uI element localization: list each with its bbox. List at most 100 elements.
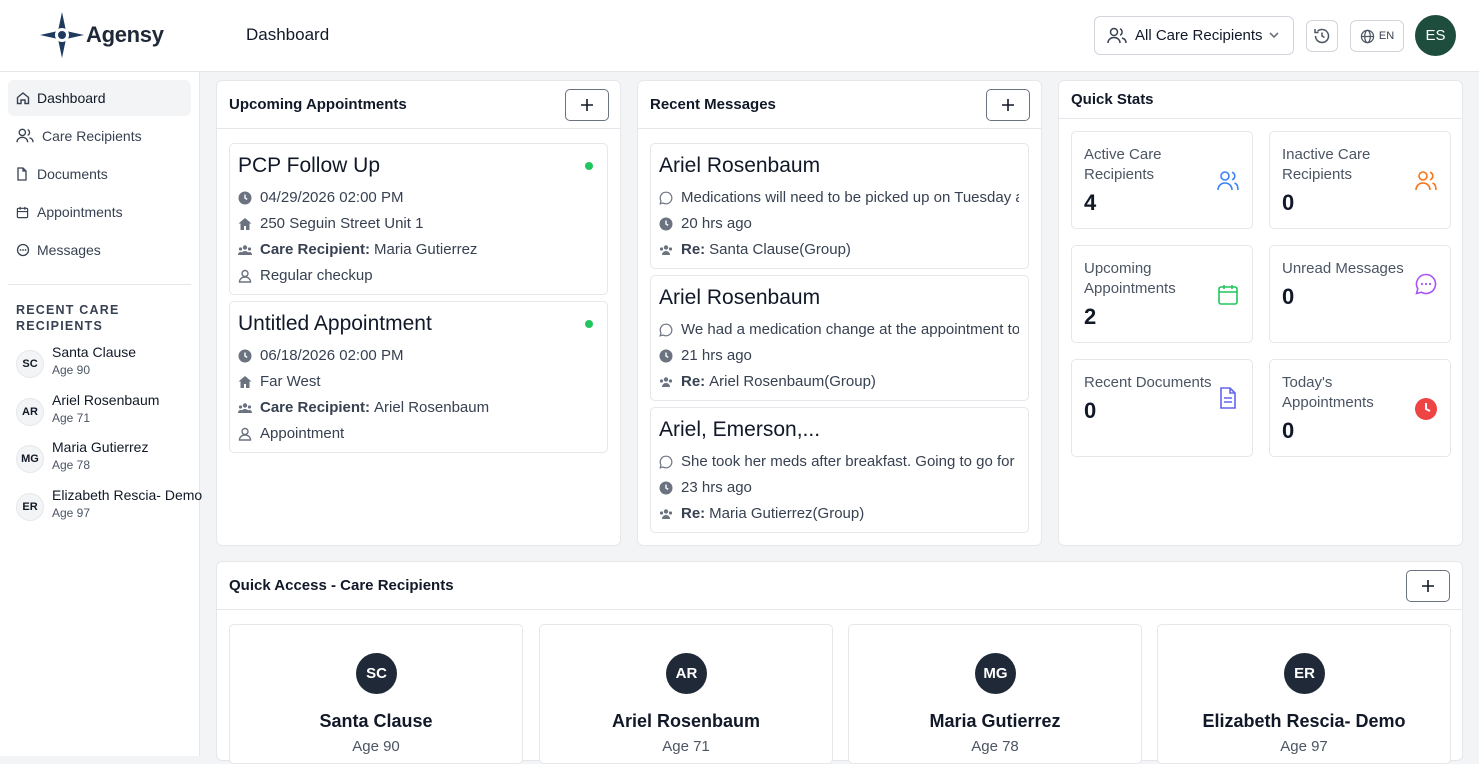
logo-star-icon: [40, 12, 84, 58]
user-icon: [238, 427, 252, 441]
users-icon: [16, 128, 35, 143]
add-appointment-button[interactable]: [565, 89, 609, 121]
recent-recipient-item[interactable]: AR Ariel Rosenbaum Age 71: [16, 392, 200, 432]
sidebar-item-documents[interactable]: Documents: [8, 156, 191, 192]
appointment-type-row: Appointment: [238, 425, 344, 442]
care-recipient-select[interactable]: All Care Recipients: [1094, 16, 1294, 55]
quick-access-card[interactable]: ER Elizabeth Rescia- Demo Age 97: [1157, 624, 1451, 764]
history-button[interactable]: [1306, 20, 1338, 52]
status-dot: [585, 320, 593, 328]
building-icon: [238, 375, 252, 389]
recipient-age: Age 71: [662, 738, 710, 755]
message-icon: [16, 243, 30, 257]
appointment-location-row: Far West: [238, 373, 321, 390]
recipient-name: Maria Gutierrez: [929, 711, 1061, 731]
sidebar-item-label: Care Recipients: [42, 128, 142, 144]
message-re-row: Re: Maria Gutierrez(Group): [659, 505, 864, 522]
stat-recent-documents[interactable]: Recent Documents 0: [1071, 359, 1253, 457]
chat-bubble-icon: [659, 323, 673, 337]
quick-access-card[interactable]: SC Santa Clause Age 90: [229, 624, 523, 764]
add-care-recipient-button[interactable]: [1406, 570, 1450, 602]
stat-value: 0: [1282, 418, 1295, 443]
chat-bubble-icon: [659, 191, 673, 205]
globe-icon: [1360, 29, 1375, 43]
users-icon: [1107, 27, 1127, 43]
sidebar-divider: [8, 284, 191, 285]
stat-inactive-recipients[interactable]: Inactive Care Recipients 0: [1269, 131, 1451, 229]
stat-todays-appointments[interactable]: Today's Appointments 0: [1269, 359, 1451, 457]
users-icon: [1217, 171, 1239, 191]
message-re: Santa Clause(Group): [709, 241, 851, 258]
stat-value: 0: [1282, 190, 1295, 215]
message-sender: Ariel Rosenbaum: [659, 154, 821, 177]
stat-label: Today's Appointments: [1282, 374, 1374, 411]
message-re-row: Re: Ariel Rosenbaum(Group): [659, 373, 876, 390]
recipient-name: Ariel Rosenbaum: [52, 392, 160, 408]
stat-active-recipients[interactable]: Active Care Recipients 4: [1071, 131, 1253, 229]
users-icon: [1415, 171, 1437, 191]
message-re: Maria Gutierrez(Group): [709, 505, 865, 522]
quick-access-card[interactable]: MG Maria Gutierrez Age 78: [848, 624, 1142, 764]
appointment-type-row: Regular checkup: [238, 267, 373, 284]
appointment-recipient: Maria Gutierrez: [374, 241, 478, 258]
language-button[interactable]: EN: [1350, 20, 1404, 52]
recent-recipient-item[interactable]: ER Elizabeth Rescia- Demo Age 97: [16, 487, 203, 527]
message-time-row: 23 hrs ago: [659, 479, 752, 496]
panel-title: Quick Stats: [1071, 91, 1154, 108]
building-icon: [238, 217, 252, 231]
clock-icon: [238, 191, 252, 205]
sidebar-item-appointments[interactable]: Appointments: [8, 194, 191, 230]
panel-header: Upcoming Appointments: [217, 81, 620, 129]
stat-label: Inactive Care Recipients: [1282, 146, 1371, 183]
recent-recipient-item[interactable]: SC Santa Clause Age 90: [16, 344, 200, 384]
appointment-location: Far West: [260, 373, 321, 390]
recent-recipient-item[interactable]: MG Maria Gutierrez Age 78: [16, 439, 200, 479]
message-time: 23 hrs ago: [681, 479, 752, 496]
stat-value: 0: [1282, 284, 1295, 309]
appointment-card[interactable]: PCP Follow Up 04/29/2026 02:00 PM 250 Se…: [229, 143, 608, 295]
recipient-name: Elizabeth Rescia- Demo: [1202, 711, 1406, 731]
appointment-location: 250 Seguin Street Unit 1: [260, 215, 424, 232]
recipient-name: Elizabeth Rescia- Demo: [52, 487, 203, 503]
sidebar-item-label: Dashboard: [37, 90, 106, 106]
clock-icon: [659, 481, 673, 495]
calendar-icon: [1218, 285, 1238, 305]
quick-stats-panel: Quick Stats Active Care Recipients 4 Ina…: [1058, 80, 1463, 546]
quick-access-panel: Quick Access - Care Recipients SC Santa …: [216, 561, 1463, 764]
group-icon: [659, 243, 673, 257]
avatar: ER: [16, 493, 44, 521]
sidebar: Dashboard Care Recipients Documents Appo…: [0, 72, 203, 756]
message-time: 20 hrs ago: [681, 215, 752, 232]
avatar: MG: [975, 653, 1016, 694]
stat-unread-messages[interactable]: Unread Messages 0: [1269, 245, 1451, 343]
panel-header: Recent Messages: [638, 81, 1041, 129]
message-card[interactable]: Ariel, Emerson,... She took her meds aft…: [650, 407, 1029, 533]
avatar: AR: [666, 653, 707, 694]
new-message-button[interactable]: [986, 89, 1030, 121]
quick-access-card[interactable]: AR Ariel Rosenbaum Age 71: [539, 624, 833, 764]
sidebar-item-dashboard[interactable]: Dashboard: [8, 80, 191, 116]
re-label: Re:: [681, 505, 706, 522]
stat-upcoming-appointments[interactable]: Upcoming Appointments 2: [1071, 245, 1253, 343]
message-card[interactable]: Ariel Rosenbaum Medications will need to…: [650, 143, 1029, 269]
appointment-card[interactable]: Untitled Appointment 06/18/2026 02:00 PM…: [229, 301, 608, 453]
appointment-datetime: 04/29/2026 02:00 PM: [260, 189, 404, 206]
group-icon: [659, 375, 673, 389]
page-title: Dashboard: [246, 25, 330, 44]
sidebar-item-messages[interactable]: Messages: [8, 232, 191, 268]
recipient-age: Age 90: [52, 363, 91, 377]
user-icon: [238, 269, 252, 283]
recipient-age: Age 78: [52, 458, 91, 472]
group-icon: [659, 507, 673, 521]
panel-title: Recent Messages: [650, 96, 776, 113]
sidebar-item-care-recipients[interactable]: Care Recipients: [8, 118, 191, 154]
home-icon: [16, 91, 30, 105]
sidebar-item-label: Documents: [37, 166, 108, 182]
app-logo[interactable]: Agensy: [40, 12, 164, 58]
recipient-age: Age 97: [1280, 738, 1328, 755]
message-card[interactable]: Ariel Rosenbaum We had a medication chan…: [650, 275, 1029, 401]
message-time-row: 21 hrs ago: [659, 347, 752, 364]
user-avatar[interactable]: ES: [1415, 15, 1456, 56]
avatar: AR: [16, 398, 44, 426]
message-time: 21 hrs ago: [681, 347, 752, 364]
